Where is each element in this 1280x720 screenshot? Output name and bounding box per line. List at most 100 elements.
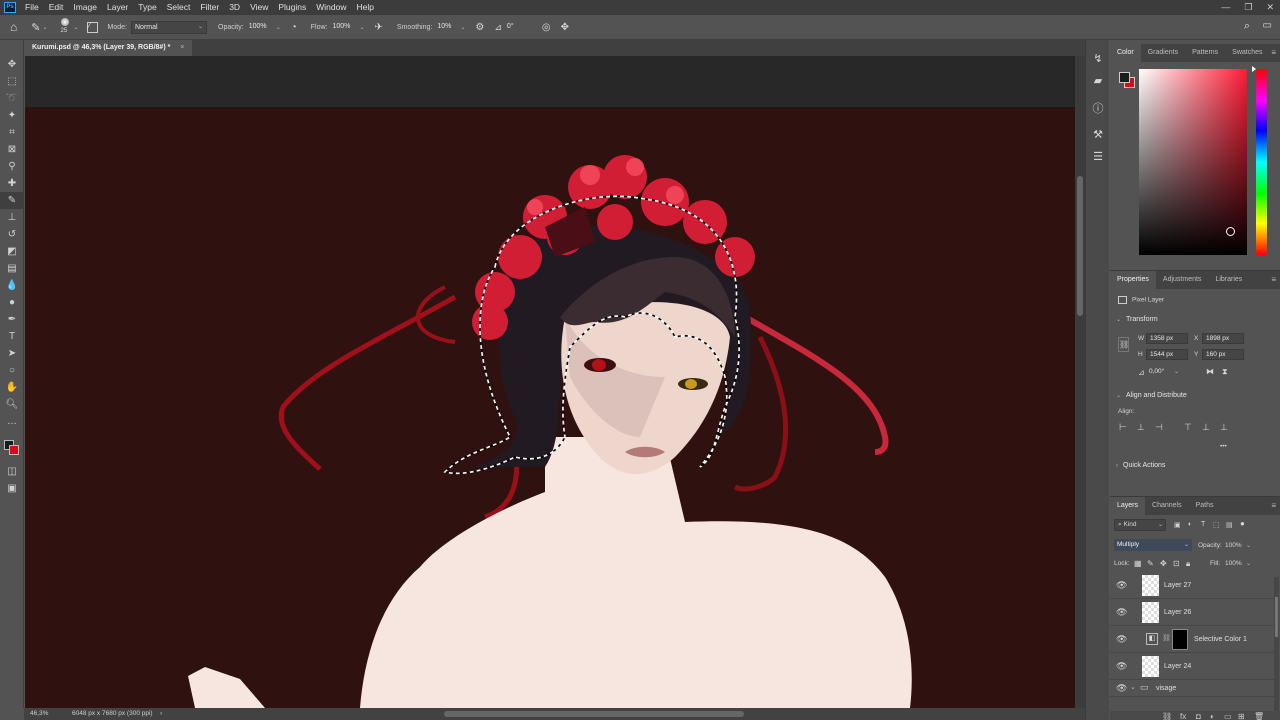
- properties-panel-menu-icon[interactable]: ≡: [1271, 275, 1276, 284]
- frame-tool-icon[interactable]: ⊠: [0, 141, 24, 158]
- lock-position-icon[interactable]: ✥: [1160, 559, 1167, 568]
- brush-tool-icon-active[interactable]: ✎: [0, 192, 24, 209]
- brush-preset-picker[interactable]: 25: [58, 17, 72, 37]
- document-tab[interactable]: Kurumi.psd @ 46,3% (Layer 39, RGB/8#) * …: [24, 40, 193, 56]
- brush-settings-panel-icon[interactable]: ⚒: [1086, 124, 1110, 146]
- quick-actions-header[interactable]: › Quick Actions: [1116, 462, 1165, 469]
- add-mask-icon[interactable]: ◘: [1196, 711, 1201, 720]
- opacity-field[interactable]: 100%: [246, 21, 274, 34]
- close-document-icon[interactable]: ×: [180, 44, 184, 51]
- layer-opacity-chevron-icon[interactable]: ⌄: [1246, 542, 1251, 549]
- menu-type[interactable]: Type: [133, 0, 161, 15]
- align-right-icon[interactable]: ⊣: [1155, 422, 1163, 433]
- path-selection-tool-icon[interactable]: ➤: [0, 345, 24, 362]
- menu-edit[interactable]: Edit: [44, 0, 69, 15]
- align-left-icon[interactable]: ⊢: [1119, 422, 1127, 433]
- menu-window[interactable]: Window: [311, 0, 351, 15]
- menu-select[interactable]: Select: [162, 0, 196, 15]
- menu-plugins[interactable]: Plugins: [273, 0, 311, 15]
- filter-adjustment-icon[interactable]: ◐: [1188, 521, 1192, 528]
- filter-shape-icon[interactable]: ⬚: [1213, 521, 1220, 529]
- brush-settings-icon[interactable]: ⁄: [86, 21, 98, 33]
- blend-mode-select[interactable]: Multiply ⌄: [1114, 539, 1192, 551]
- tab-patterns[interactable]: Patterns: [1185, 44, 1225, 62]
- layer-row[interactable]: 👁︎ Layer 27: [1110, 572, 1274, 599]
- brush-tool-icon[interactable]: ✎: [31, 21, 40, 34]
- pen-tool-icon[interactable]: ✒: [0, 311, 24, 328]
- link-layers-icon[interactable]: ⛓: [1162, 711, 1172, 720]
- tab-adjustments[interactable]: Adjustments: [1156, 271, 1209, 289]
- zoom-tool-icon[interactable]: 🔍︎: [0, 396, 24, 413]
- healing-brush-tool-icon[interactable]: ✚: [0, 175, 24, 192]
- transform-section-header[interactable]: ⌄ Transform: [1116, 316, 1158, 323]
- lock-artboard-icon[interactable]: ⊡: [1173, 559, 1180, 568]
- blur-tool-icon[interactable]: 💧: [0, 277, 24, 294]
- fill-chevron-icon[interactable]: ⌄: [1246, 560, 1251, 567]
- symmetry-icon[interactable]: ✥: [561, 22, 569, 33]
- comments-panel-icon[interactable]: ▰: [1086, 70, 1110, 92]
- eyedropper-tool-icon[interactable]: ⚲: [0, 158, 24, 175]
- airbrush-icon[interactable]: ✈: [375, 22, 383, 33]
- align-vertical-center-icon[interactable]: ⊥: [1202, 422, 1210, 433]
- layer-style-icon[interactable]: fx: [1180, 711, 1186, 720]
- visibility-eye-icon[interactable]: 👁︎: [1116, 580, 1127, 591]
- layers-scroll-thumb[interactable]: [1275, 597, 1278, 637]
- lock-all-icon[interactable]: 🔒︎: [1186, 559, 1190, 569]
- layer-group-row[interactable]: 👁︎ ⌄ ▭ visage: [1110, 680, 1274, 697]
- clone-stamp-tool-icon[interactable]: ⊥: [0, 209, 24, 226]
- layer-mask-thumbnail[interactable]: [1172, 629, 1188, 650]
- visibility-eye-icon[interactable]: 👁︎: [1116, 683, 1127, 694]
- vertical-scrollbar[interactable]: [1075, 56, 1085, 708]
- layer-opacity-field[interactable]: 100%: [1225, 542, 1242, 549]
- new-adjustment-layer-icon[interactable]: ◐: [1210, 711, 1215, 720]
- brush-preset-chevron-icon[interactable]: ⌄: [74, 24, 79, 31]
- layers-scrollbar[interactable]: [1274, 577, 1279, 717]
- delete-layer-icon[interactable]: 🗑︎: [1254, 711, 1264, 720]
- color-picker-ring[interactable]: [1226, 227, 1235, 236]
- status-menu-arrow-icon[interactable]: ›: [160, 708, 162, 720]
- pressure-size-icon[interactable]: ◎: [542, 22, 551, 33]
- marquee-tool-icon[interactable]: ⬚: [0, 73, 24, 90]
- history-brush-tool-icon[interactable]: ↺: [0, 226, 24, 243]
- menu-view[interactable]: View: [245, 0, 273, 15]
- lock-image-icon[interactable]: ✎: [1147, 559, 1154, 568]
- height-field[interactable]: 1544 px: [1146, 349, 1188, 360]
- dodge-tool-icon[interactable]: ●: [0, 294, 24, 311]
- gradient-tool-icon[interactable]: ▤: [0, 260, 24, 277]
- tool-preset-chevron-icon[interactable]: ⌄: [42, 24, 47, 31]
- crop-tool-icon[interactable]: ⌗: [0, 124, 24, 141]
- restore-icon[interactable]: ❐: [1244, 0, 1252, 14]
- filter-smart-object-icon[interactable]: ▤: [1226, 521, 1233, 529]
- tab-gradients[interactable]: Gradients: [1141, 44, 1185, 62]
- pressure-opacity-icon[interactable]: ◔: [291, 22, 297, 33]
- hand-tool-icon[interactable]: ✋: [0, 379, 24, 396]
- hue-slider-marker[interactable]: [1252, 66, 1256, 72]
- smoothing-chevron-icon[interactable]: ⌄: [460, 24, 465, 31]
- filter-pixel-icon[interactable]: ▣: [1174, 521, 1181, 529]
- menu-image[interactable]: Image: [68, 0, 102, 15]
- tab-color[interactable]: Color: [1110, 44, 1141, 62]
- group-expand-chevron-icon[interactable]: ⌄: [1130, 683, 1136, 691]
- flow-chevron-icon[interactable]: ⌄: [360, 24, 365, 31]
- layers-panel-menu-icon[interactable]: ≡: [1271, 501, 1276, 510]
- home-icon[interactable]: ⌂: [10, 20, 17, 34]
- close-icon[interactable]: ✕: [1266, 0, 1274, 14]
- visibility-eye-icon[interactable]: 👁︎: [1116, 607, 1127, 618]
- zoom-level[interactable]: 46,3%: [30, 708, 48, 720]
- tab-libraries[interactable]: Libraries: [1208, 271, 1249, 289]
- move-tool-icon[interactable]: ✥: [0, 56, 24, 73]
- menu-filter[interactable]: Filter: [195, 0, 224, 15]
- type-tool-icon[interactable]: T: [0, 328, 24, 345]
- flip-horizontal-icon[interactable]: ⧓: [1206, 367, 1214, 376]
- canvas-area[interactable]: [25, 56, 1075, 708]
- link-dimensions-icon[interactable]: ⛓: [1118, 337, 1129, 352]
- workspace-icon[interactable]: ▭: [1263, 20, 1272, 31]
- opacity-chevron-icon[interactable]: ⌄: [276, 24, 281, 31]
- minimize-icon[interactable]: —: [1221, 0, 1230, 14]
- menu-file[interactable]: File: [20, 0, 44, 15]
- layer-row[interactable]: 👁︎ Layer 26: [1110, 599, 1274, 626]
- tab-layers[interactable]: Layers: [1110, 497, 1146, 515]
- magic-wand-tool-icon[interactable]: ✦: [0, 107, 24, 124]
- visibility-eye-icon[interactable]: 👁︎: [1116, 661, 1127, 672]
- quick-mask-icon[interactable]: ◫: [0, 463, 24, 480]
